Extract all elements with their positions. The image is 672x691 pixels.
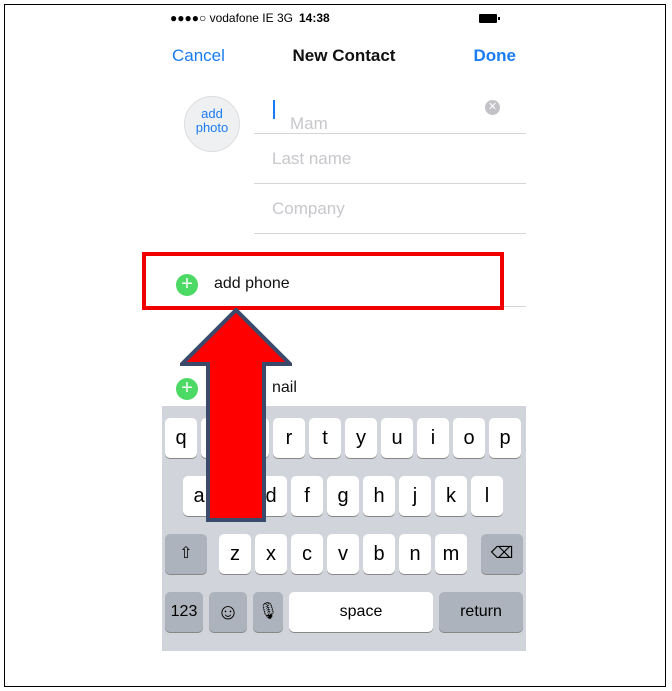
key-k[interactable]: k xyxy=(435,476,467,516)
shift-key[interactable]: ⇧ xyxy=(165,534,207,574)
key-c[interactable]: c xyxy=(291,534,323,574)
status-time: 14:38 xyxy=(298,11,330,25)
key-n[interactable]: n xyxy=(399,534,431,574)
first-name-text: Mam xyxy=(290,114,328,133)
key-h[interactable]: h xyxy=(363,476,395,516)
add-photo-button[interactable]: add photo xyxy=(184,96,240,152)
key-t[interactable]: t xyxy=(309,418,341,458)
page-title: New Contact xyxy=(292,46,396,65)
highlight-box xyxy=(142,252,504,310)
key-z[interactable]: z xyxy=(219,534,251,574)
last-name-placeholder: Last name xyxy=(272,149,352,168)
key-o[interactable]: o xyxy=(453,418,485,458)
key-j[interactable]: j xyxy=(399,476,431,516)
emoji-key[interactable]: ☺ xyxy=(209,592,247,632)
first-name-value: Mam xyxy=(272,99,328,133)
key-v[interactable]: v xyxy=(327,534,359,574)
battery-icon xyxy=(479,14,500,23)
up-arrow-annotation xyxy=(180,308,292,522)
numbers-key[interactable]: 123 xyxy=(165,592,203,632)
key-f[interactable]: f xyxy=(291,476,323,516)
return-key[interactable]: return xyxy=(439,592,523,632)
microphone-key[interactable]: 🎙 xyxy=(253,592,283,632)
delete-key[interactable]: ⌫ xyxy=(481,534,523,574)
company-field[interactable]: Company xyxy=(254,184,526,234)
nav-bar: Cancel New Contact Done xyxy=(162,42,526,72)
key-m[interactable]: m xyxy=(435,534,467,574)
first-name-field[interactable]: Mam ✕ xyxy=(254,84,526,134)
key-l[interactable]: l xyxy=(471,476,503,516)
key-i[interactable]: i xyxy=(417,418,449,458)
key-x[interactable]: x xyxy=(255,534,287,574)
key-g[interactable]: g xyxy=(327,476,359,516)
key-b[interactable]: b xyxy=(363,534,395,574)
text-caret xyxy=(273,100,275,120)
carrier-text: ●●●●○ vodafone IE 3G 14:38 xyxy=(170,11,330,25)
company-placeholder: Company xyxy=(272,199,345,218)
done-button[interactable]: Done xyxy=(474,46,517,66)
key-y[interactable]: y xyxy=(345,418,377,458)
clear-text-icon[interactable]: ✕ xyxy=(485,100,500,115)
last-name-field[interactable]: Last name xyxy=(254,134,526,184)
key-p[interactable]: p xyxy=(489,418,521,458)
carrier-label: ●●●●○ vodafone IE 3G xyxy=(170,11,293,25)
status-bar: ●●●●○ vodafone IE 3G 14:38 xyxy=(162,8,526,28)
key-u[interactable]: u xyxy=(381,418,413,458)
space-key[interactable]: space xyxy=(289,592,433,632)
